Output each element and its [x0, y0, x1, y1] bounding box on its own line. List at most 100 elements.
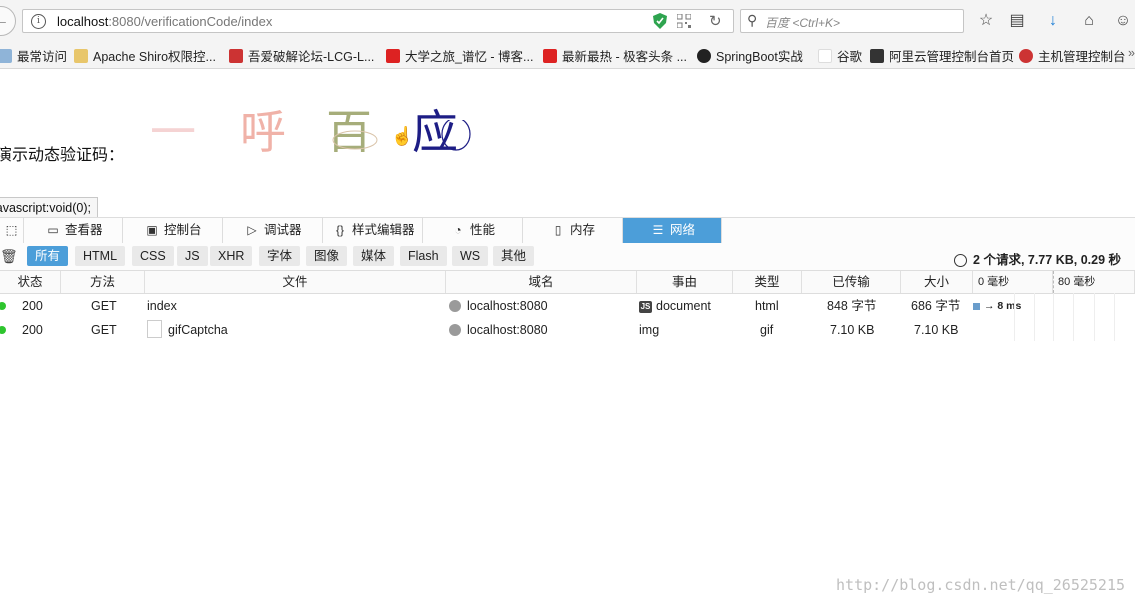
- bookmark-label: Apache Shiro权限控...: [93, 50, 216, 64]
- cell-file: index: [147, 299, 177, 313]
- tab-label: 查看器: [65, 223, 103, 237]
- table-row[interactable]: 200 GET gifCaptcha localhost:8080 img gi…: [0, 318, 1135, 342]
- cell-size: 7.10 KB: [914, 323, 959, 337]
- captcha-label: 演示动态验证码：: [0, 147, 125, 164]
- column-method[interactable]: 方法: [61, 271, 145, 293]
- filter-js[interactable]: JS: [177, 246, 208, 266]
- back-button[interactable]: ←: [0, 6, 16, 36]
- extension-icon[interactable]: ☺: [1112, 10, 1134, 32]
- column-transferred[interactable]: 已传输: [802, 271, 901, 293]
- star-icon[interactable]: ☆: [975, 10, 997, 32]
- cell-transferred: 7.10 KB: [830, 323, 875, 337]
- waterfall-bar: [973, 303, 980, 310]
- globe-icon: [449, 300, 461, 312]
- bookmark-item[interactable]: 阿里云管理控制台首页: [870, 46, 1014, 65]
- tab-label: 性能: [470, 223, 496, 237]
- filter-other[interactable]: 其他: [493, 246, 535, 266]
- bookmark-item[interactable]: Apache Shiro权限控...: [74, 46, 216, 65]
- site-icon: [1019, 49, 1033, 63]
- github-icon: [697, 49, 711, 63]
- url-bar[interactable]: i localhost:8080/verificationCode/index …: [22, 9, 734, 33]
- filter-media[interactable]: 媒体: [353, 246, 395, 266]
- filter-all[interactable]: 所有: [27, 246, 69, 266]
- search-icon: ⚲: [747, 12, 758, 28]
- performance-analysis-icon[interactable]: [954, 254, 968, 267]
- column-file[interactable]: 文件: [145, 271, 446, 293]
- filter-font[interactable]: 字体: [259, 246, 301, 266]
- cell-domain: localhost:8080: [449, 318, 548, 342]
- bookmark-item[interactable]: 大学之旅_谱忆 - 博客...: [386, 46, 533, 65]
- cell-status: 200: [22, 299, 43, 313]
- qr-code-icon[interactable]: [677, 14, 691, 28]
- devtools-tabbar: ⬚ ▭ 查看器 ▣ 控制台 ▷ 调试器 {} 样式编辑器 ◔ 性能 ▯ 内存 ☰ 网络: [0, 217, 1135, 244]
- captcha-char: 一: [150, 105, 196, 159]
- bookmark-item[interactable]: SpringBoot实战: [697, 46, 803, 65]
- table-row[interactable]: 200 GET index localhost:8080 JS document …: [0, 294, 1135, 318]
- column-status[interactable]: 状态: [0, 271, 61, 293]
- trash-icon[interactable]: 🗑: [0, 248, 18, 265]
- domain-text: localhost:8080: [467, 299, 548, 313]
- cell-domain: localhost:8080: [449, 294, 548, 318]
- tab-network[interactable]: ☰ 网络: [623, 218, 722, 243]
- cell-size: 686 字节: [911, 299, 961, 313]
- home-icon[interactable]: ⌂: [1078, 10, 1100, 32]
- bookmark-item[interactable]: 谷歌: [818, 46, 862, 65]
- inspector-icon: ▭: [47, 223, 59, 237]
- bookmark-label: 最常访问: [17, 50, 68, 64]
- status-dot: [0, 326, 6, 334]
- cell-cause: JS document: [639, 294, 711, 318]
- cell-type: html: [755, 299, 779, 313]
- bookmark-item[interactable]: 最常访问: [0, 46, 67, 65]
- column-waterfall-0[interactable]: 0 毫秒: [973, 271, 1053, 293]
- filter-css[interactable]: CSS: [132, 246, 174, 266]
- tab-memory[interactable]: ▯ 内存: [523, 218, 623, 243]
- console-icon: ▣: [146, 223, 158, 237]
- tab-style-editor[interactable]: {} 样式编辑器: [323, 218, 423, 243]
- column-waterfall-80[interactable]: 80 毫秒: [1053, 271, 1135, 293]
- download-icon[interactable]: ↓: [1042, 10, 1064, 32]
- column-type[interactable]: 类型: [733, 271, 802, 293]
- column-domain[interactable]: 域名: [446, 271, 637, 293]
- network-icon: ☰: [652, 223, 664, 237]
- column-cause[interactable]: 事由: [637, 271, 733, 293]
- captcha-char: 呼: [240, 105, 286, 159]
- tab-performance[interactable]: ◔ 性能: [423, 218, 523, 243]
- globe-icon: [449, 324, 461, 336]
- filter-html[interactable]: HTML: [75, 246, 126, 266]
- tab-console[interactable]: ▣ 控制台: [123, 218, 223, 243]
- waterfall-gridline: [1053, 293, 1054, 341]
- bookmark-label: 谷歌: [837, 50, 863, 64]
- filter-flash[interactable]: Flash: [400, 246, 447, 266]
- filter-ws[interactable]: WS: [452, 246, 489, 266]
- shield-icon[interactable]: [653, 13, 667, 29]
- bookmark-item[interactable]: 主机管理控制台: [1019, 46, 1126, 65]
- watermark: http://blog.csdn.net/qq_26525215: [836, 576, 1125, 594]
- status-tooltip: javascript:void(0);: [0, 197, 98, 219]
- pick-element-icon[interactable]: ⬚: [0, 218, 24, 243]
- bookmark-item[interactable]: 吾爱破解论坛-LCG-L...: [229, 46, 374, 65]
- browser-toolbar: ← i localhost:8080/verificationCode/inde…: [0, 0, 1135, 43]
- network-filterbar: 🗑 所有 HTML CSS JS XHR 字体 图像 媒体 Flash WS 其…: [0, 243, 1135, 271]
- bookmark-label: SpringBoot实战: [716, 50, 803, 64]
- bookmark-label: 最新最热 - 极客头条 ...: [562, 50, 688, 64]
- bookmark-label: 阿里云管理控制台首页: [889, 50, 1015, 64]
- domain-text: localhost:8080: [467, 323, 548, 337]
- csdn-icon: [543, 49, 557, 63]
- csdn-icon: [386, 49, 400, 63]
- image-thumbnail: [147, 320, 162, 338]
- tab-debugger[interactable]: ▷ 调试器: [223, 218, 323, 243]
- more-bookmarks-icon[interactable]: »: [1128, 46, 1135, 60]
- reading-list-icon[interactable]: ▤: [1006, 10, 1028, 32]
- bookmark-label: 主机管理控制台: [1038, 50, 1126, 64]
- filter-xhr[interactable]: XHR: [210, 246, 253, 266]
- search-box[interactable]: ⚲ 百度 <Ctrl+K>: [740, 9, 964, 33]
- cell-cause: img: [639, 323, 660, 337]
- bookmark-item[interactable]: 最新最热 - 极客头条 ...: [543, 46, 687, 65]
- aliyun-icon: [870, 49, 884, 63]
- filter-image[interactable]: 图像: [306, 246, 348, 266]
- column-size[interactable]: 大小: [901, 271, 973, 293]
- reload-icon[interactable]: ↻: [709, 12, 722, 30]
- bookmark-label: 吾爱破解论坛-LCG-L...: [248, 50, 375, 64]
- tab-inspector[interactable]: ▭ 查看器: [24, 218, 123, 243]
- info-icon[interactable]: i: [31, 14, 46, 29]
